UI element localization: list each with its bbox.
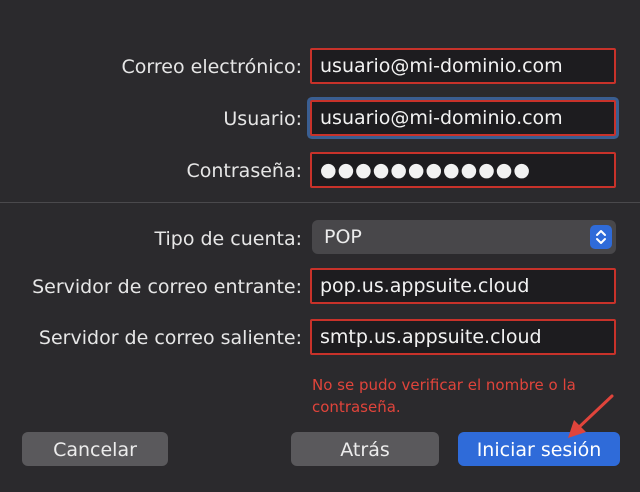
password-field-box <box>310 152 616 188</box>
username-row: Usuario: <box>0 100 640 140</box>
password-field[interactable] <box>320 154 610 186</box>
outgoing-server-row: Servidor de correo saliente: <box>0 319 640 359</box>
email-label: Correo electrónico: <box>121 56 302 78</box>
email-field[interactable] <box>320 50 610 82</box>
arrow-annotation-icon <box>560 392 620 446</box>
username-field[interactable] <box>320 102 610 134</box>
account-type-select[interactable]: POP <box>312 220 616 254</box>
account-type-value: POP <box>324 226 362 248</box>
incoming-server-row: Servidor de correo entrante: <box>0 268 640 308</box>
back-button[interactable]: Atrás <box>291 432 439 466</box>
email-field-box <box>310 48 616 84</box>
username-label: Usuario: <box>223 108 302 130</box>
incoming-server-label: Servidor de correo entrante: <box>32 276 302 298</box>
account-type-label: Tipo de cuenta: <box>154 228 302 250</box>
password-label: Contraseña: <box>186 160 302 182</box>
chevron-up-down-icon <box>590 225 612 249</box>
outgoing-server-field-box <box>310 319 616 355</box>
incoming-server-field-box <box>310 268 616 304</box>
outgoing-server-field[interactable] <box>320 321 610 353</box>
incoming-server-field[interactable] <box>320 270 610 302</box>
email-row: Correo electrónico: <box>0 48 640 88</box>
outgoing-server-label: Servidor de correo saliente: <box>38 327 302 349</box>
password-row: Contraseña: <box>0 152 640 192</box>
username-field-box <box>310 100 616 136</box>
cancel-button[interactable]: Cancelar <box>22 432 168 466</box>
section-divider <box>0 202 640 203</box>
